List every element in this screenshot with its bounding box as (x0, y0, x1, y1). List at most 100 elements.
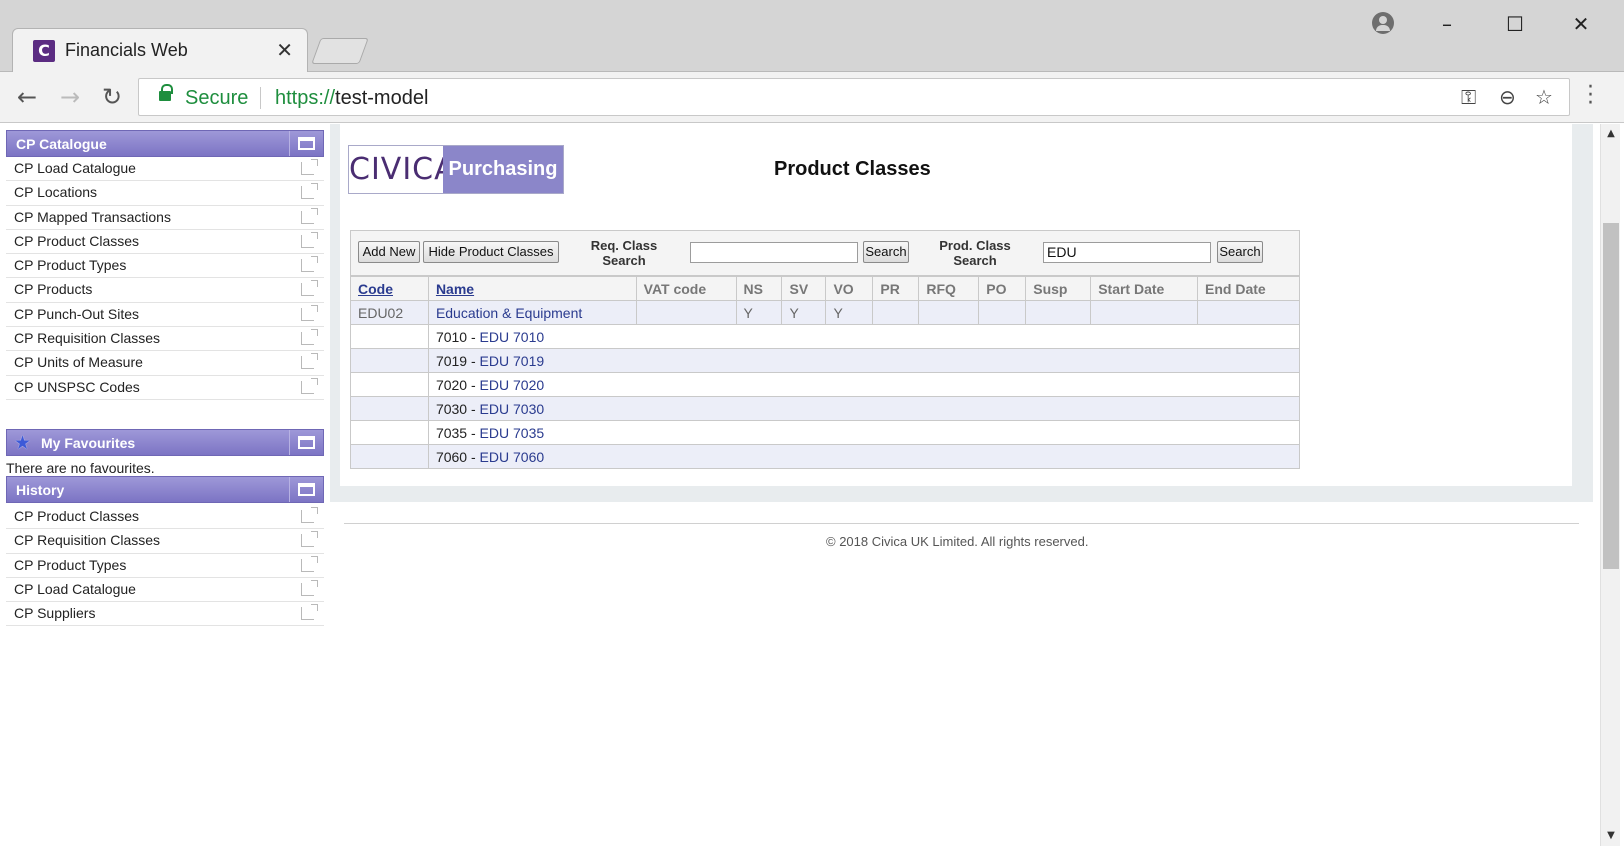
external-link-icon[interactable] (301, 604, 318, 621)
req-label-line-2: Search (602, 253, 646, 268)
favourites-title: My Favourites (41, 434, 136, 451)
tab-title: Financials Web (65, 40, 188, 60)
external-link-icon[interactable] (301, 579, 318, 596)
child-class-link[interactable]: EDU 7010 (480, 329, 545, 345)
req-class-search-input[interactable] (690, 242, 858, 263)
column-header-name[interactable]: Name (427, 276, 637, 301)
scroll-up-icon[interactable]: ▲ (1605, 128, 1617, 139)
close-window-button[interactable]: ✕ (1566, 12, 1596, 36)
omnibox-divider (260, 87, 261, 109)
url-text[interactable]: https://test-model (275, 87, 428, 110)
child-separator: - (467, 448, 480, 465)
sidebar-item-cp-locations[interactable]: CP Locations (6, 181, 324, 206)
external-link-icon[interactable] (301, 231, 318, 248)
menu-icon[interactable]: · · · (1587, 77, 1594, 115)
url-scheme: https:// (275, 87, 336, 109)
zoom-out-icon[interactable]: ⊖ (1499, 85, 1516, 109)
external-link-icon[interactable] (301, 183, 318, 200)
sidebar-item-cp-products[interactable]: CP Products (6, 278, 324, 303)
external-link-icon[interactable] (301, 304, 318, 321)
maximize-button[interactable]: ☐ (1500, 12, 1530, 36)
child-class-link[interactable]: EDU 7030 (480, 401, 545, 417)
new-tab-button[interactable] (311, 38, 369, 64)
column-header-code[interactable]: Code (350, 276, 429, 301)
table-row-child[interactable]: 7030 - EDU 7030 (350, 396, 1301, 421)
history-item-cp-load-catalogue[interactable]: CP Load Catalogue (6, 577, 324, 603)
browser-tab[interactable]: C Financials Web ✕ (12, 28, 308, 72)
sidebar-item-cp-unspsc-codes[interactable]: CP UNSPSC Codes (6, 375, 324, 400)
sort-name-link[interactable]: Name (436, 281, 474, 297)
table-row-parent[interactable]: EDU02 Education & Equipment Y Y Y (350, 300, 1300, 325)
address-bar[interactable]: Secure https://test-model ⚿ ⊖ ☆ (138, 78, 1570, 116)
star-icon[interactable]: ☆ (1535, 85, 1553, 109)
catalogue-popout-button[interactable] (289, 131, 323, 156)
add-new-button[interactable]: Add New (358, 241, 420, 263)
external-link-icon[interactable] (301, 159, 318, 175)
history-item-label: CP Requisition Classes (14, 532, 161, 549)
hide-product-classes-button[interactable]: Hide Product Classes (423, 241, 559, 263)
sidebar-item-cp-load-catalogue[interactable]: CP Load Catalogue (6, 157, 324, 182)
sidebar-item-cp-product-classes[interactable]: CP Product Classes (6, 229, 324, 255)
column-header-po: PO (978, 276, 1027, 301)
scroll-thumb[interactable] (1603, 223, 1619, 569)
sidebar-item-cp-punch-out-sites[interactable]: CP Punch-Out Sites (6, 302, 324, 328)
forward-arrow-icon[interactable]: → (55, 82, 85, 112)
cell-end-date (1197, 300, 1300, 325)
history-item-cp-suppliers[interactable]: CP Suppliers (6, 602, 324, 627)
cell-name-link[interactable]: Education & Equipment (427, 300, 637, 325)
external-link-icon[interactable] (301, 207, 318, 224)
window-icon (298, 435, 315, 449)
external-link-icon[interactable] (301, 329, 318, 346)
child-class-link[interactable]: EDU 7020 (480, 377, 545, 393)
sidebar-item-label: CP Mapped Transactions (14, 208, 171, 225)
child-class-link[interactable]: EDU 7060 (480, 449, 545, 465)
tab-close-icon[interactable]: ✕ (276, 38, 293, 62)
sidebar-item-label: CP Units of Measure (14, 354, 143, 371)
child-class-link[interactable]: EDU 7035 (480, 425, 545, 441)
sidebar-item-label: CP Load Catalogue (14, 160, 136, 176)
profile-icon[interactable] (1372, 12, 1394, 34)
logo-purchasing: Purchasing (443, 146, 563, 193)
reload-icon[interactable]: ↻ (97, 82, 127, 112)
external-link-icon[interactable] (301, 506, 318, 523)
key-icon[interactable]: ⚿ (1461, 85, 1476, 109)
prod-class-search-button[interactable]: Search (1217, 241, 1263, 263)
sidebar-item-cp-mapped-transactions[interactable]: CP Mapped Transactions (6, 205, 324, 230)
prod-class-search-input[interactable]: EDU (1043, 242, 1211, 263)
vertical-scrollbar[interactable]: ▲ ▼ (1600, 124, 1620, 846)
history-item-label: CP Suppliers (14, 605, 96, 622)
copyright-footer: © 2018 Civica UK Limited. All rights res… (826, 534, 1089, 549)
sidebar-item-cp-units-of-measure[interactable]: CP Units of Measure (6, 351, 324, 376)
external-link-icon[interactable] (301, 280, 318, 297)
sidebar-item-cp-requisition-classes[interactable]: CP Requisition Classes (6, 327, 324, 352)
external-link-icon[interactable] (301, 531, 318, 548)
external-link-icon[interactable] (301, 353, 318, 370)
child-class-link[interactable]: EDU 7019 (480, 353, 545, 369)
table-row-child[interactable]: 7060 - EDU 7060 (350, 444, 1301, 469)
sort-code-link[interactable]: Code (358, 281, 393, 297)
table-row-child[interactable]: 7020 - EDU 7020 (350, 372, 1301, 397)
external-link-icon[interactable] (301, 377, 318, 394)
history-item-label: CP Load Catalogue (14, 580, 136, 597)
cell-code: EDU02 (350, 300, 429, 325)
scroll-down-icon[interactable]: ▼ (1605, 830, 1617, 841)
back-arrow-icon[interactable]: ← (12, 82, 42, 112)
history-item-cp-product-classes[interactable]: CP Product Classes (6, 504, 324, 530)
req-class-search-button[interactable]: Search (863, 241, 909, 263)
favourites-panel-button[interactable] (289, 429, 323, 455)
table-row-child[interactable]: 7010 - EDU 7010 (350, 324, 1301, 349)
column-header-sv: SV (781, 276, 827, 301)
external-link-icon[interactable] (301, 555, 318, 572)
cell-vo: Y (825, 300, 874, 325)
cell-child-class: 7060 - EDU 7060 (427, 444, 1301, 469)
history-panel-button[interactable] (289, 476, 323, 502)
sidebar-item-cp-product-types[interactable]: CP Product Types (6, 254, 324, 279)
history-item-cp-product-types[interactable]: CP Product Types (6, 553, 324, 578)
table-row-child[interactable]: 7035 - EDU 7035 (350, 420, 1301, 445)
child-separator: - (467, 400, 480, 417)
history-item-cp-requisition-classes[interactable]: CP Requisition Classes (6, 529, 324, 554)
external-link-icon[interactable] (301, 256, 318, 273)
child-separator: - (467, 352, 480, 369)
table-row-child[interactable]: 7019 - EDU 7019 (350, 348, 1301, 373)
minimize-button[interactable]: – (1432, 12, 1462, 36)
